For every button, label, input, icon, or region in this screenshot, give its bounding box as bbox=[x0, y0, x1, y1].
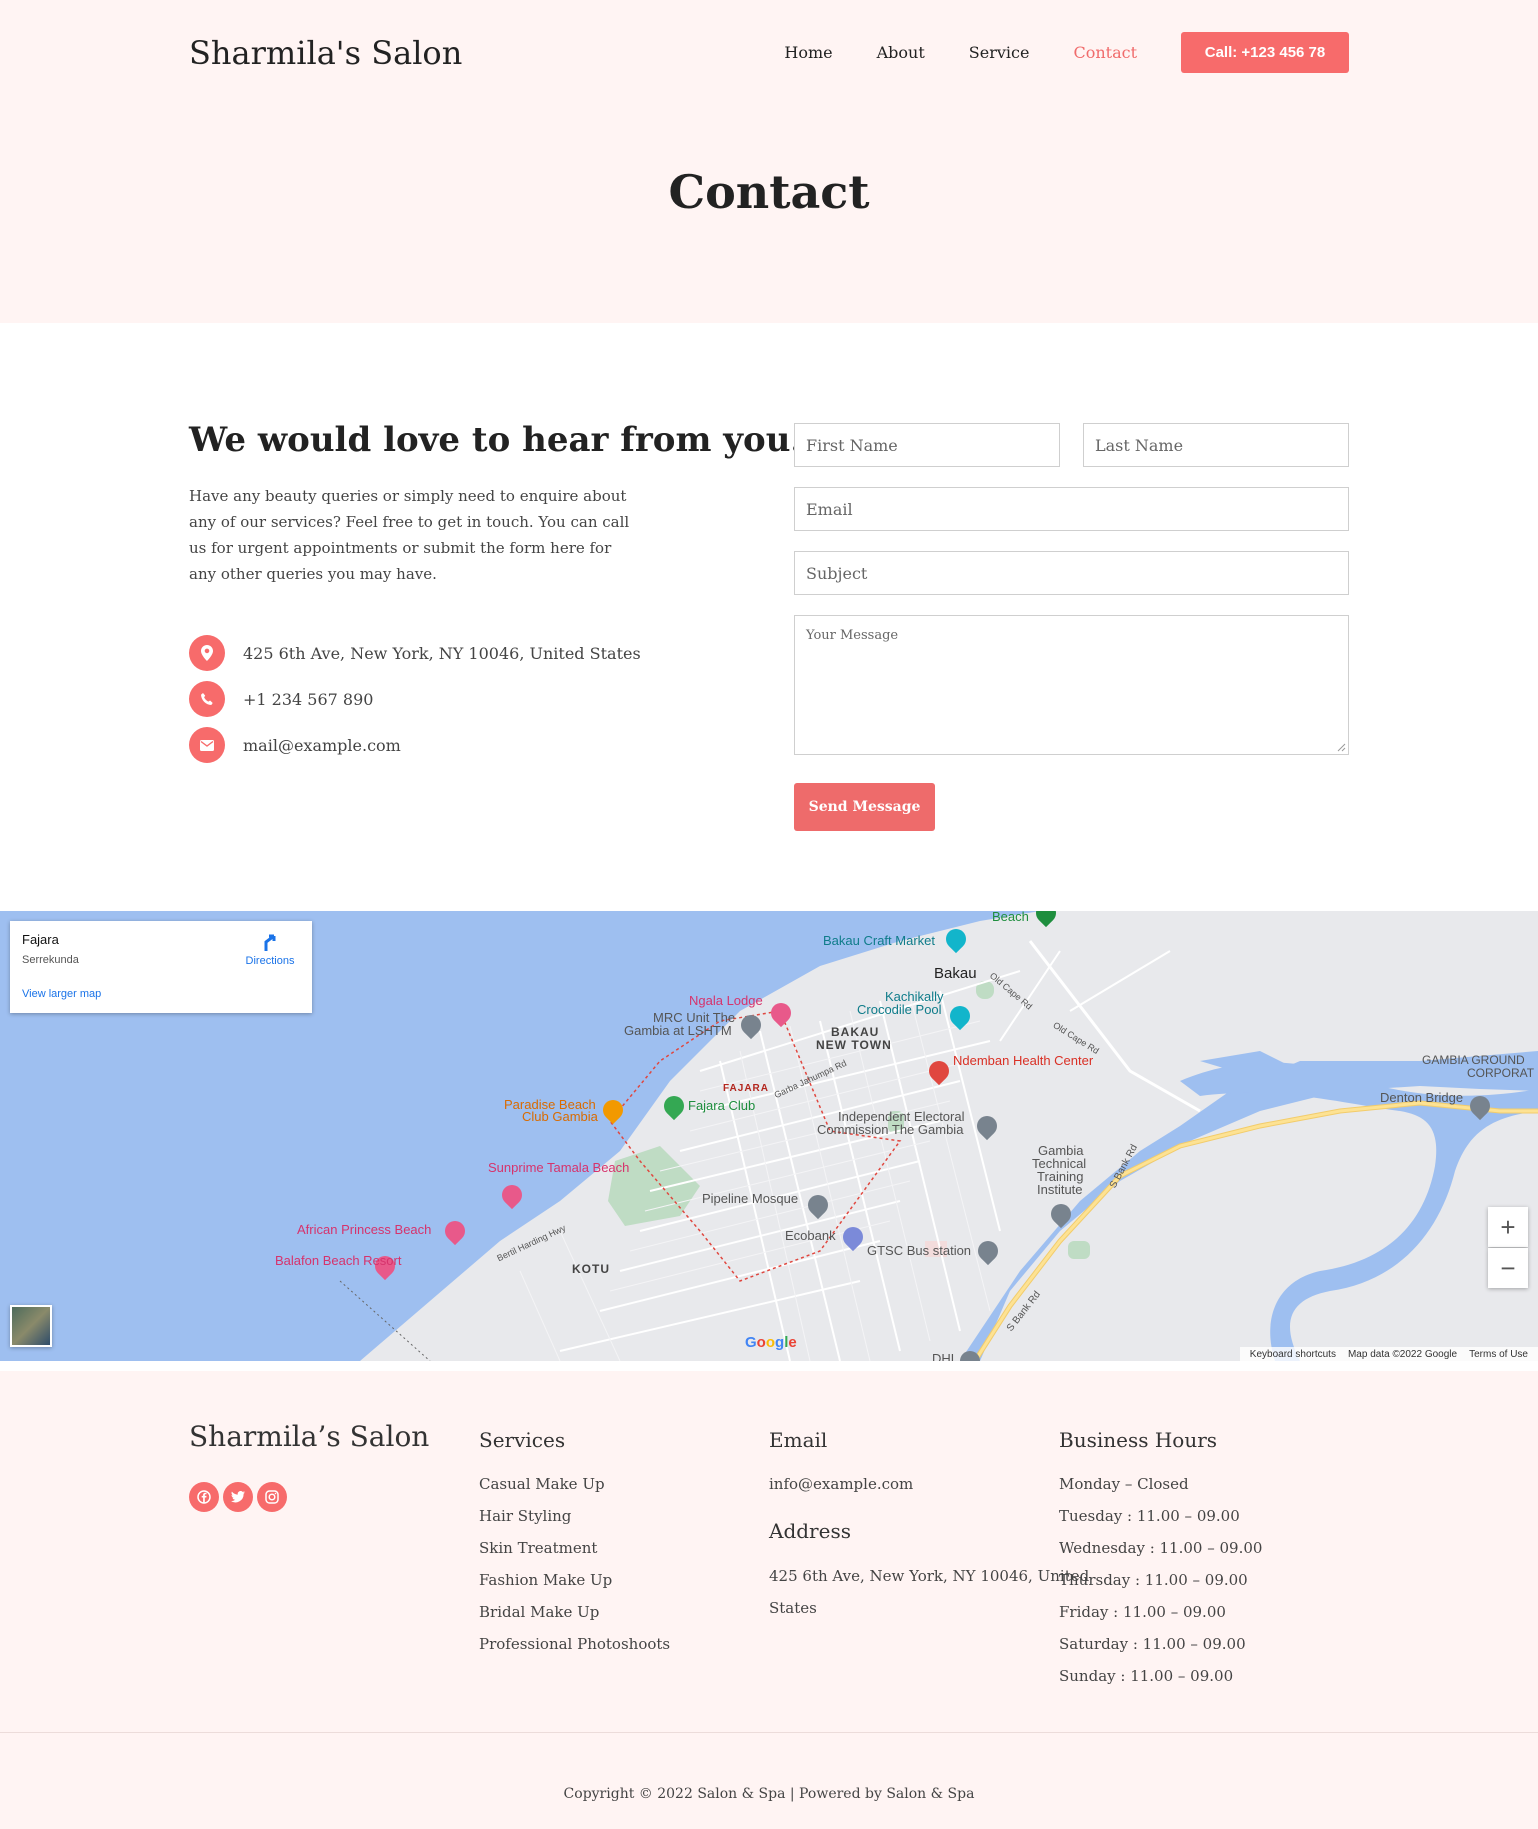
map-label: BAKAU bbox=[831, 1025, 880, 1039]
hours-row: Monday – Closed bbox=[1059, 1475, 1189, 1493]
map-data-text: Map data ©2022 Google bbox=[1347, 1348, 1458, 1360]
directions-icon bbox=[264, 934, 276, 951]
message-placeholder: Your Message bbox=[806, 628, 899, 643]
hours-row: Tuesday : 11.00 – 09.00 bbox=[1059, 1507, 1240, 1525]
map-place-card: Fajara Serrekunda View larger map Direct… bbox=[10, 921, 312, 1013]
address-heading: Address bbox=[769, 1519, 851, 1543]
satellite-toggle[interactable] bbox=[10, 1305, 52, 1347]
map-label[interactable]: DHL bbox=[932, 1351, 958, 1361]
keyboard-shortcuts-link[interactable]: Keyboard shortcuts bbox=[1250, 1349, 1336, 1360]
contact-intro: Have any beauty queries or simply need t… bbox=[189, 487, 630, 583]
email-heading: Email bbox=[769, 1428, 828, 1452]
email-text[interactable]: mail@example.com bbox=[243, 736, 401, 755]
map-embed[interactable]: Beach Bakau Craft Market Bakau Old Cape … bbox=[0, 911, 1538, 1361]
map-label[interactable]: Ecobank bbox=[785, 1228, 836, 1243]
subject-input[interactable]: Subject bbox=[794, 551, 1349, 595]
footer-divider bbox=[0, 1732, 1538, 1733]
place-title: Fajara bbox=[22, 932, 59, 947]
hours-heading: Business Hours bbox=[1059, 1428, 1218, 1452]
footer-address-line1: 425 6th Ave, New York, NY 10046, United bbox=[769, 1567, 1090, 1585]
map-label[interactable]: Fajara Club bbox=[688, 1098, 755, 1113]
nav-home[interactable]: Home bbox=[784, 43, 832, 62]
hero-section: Sharmila's Salon Home About Service Cont… bbox=[0, 0, 1538, 323]
map-label[interactable]: Beach bbox=[992, 911, 1029, 924]
footer-logo[interactable]: Sharmila’s Salon bbox=[189, 1420, 429, 1453]
view-larger-map-link[interactable]: View larger map bbox=[22, 988, 101, 1000]
map-label[interactable]: Commission The Gambia bbox=[817, 1122, 963, 1137]
first-name-input[interactable]: First Name bbox=[794, 423, 1060, 467]
phone-icon bbox=[189, 681, 225, 717]
nav-about[interactable]: About bbox=[877, 43, 925, 62]
mail-icon bbox=[189, 727, 225, 763]
nav-service[interactable]: Service bbox=[969, 43, 1030, 62]
message-textarea[interactable]: Your Message bbox=[794, 615, 1349, 755]
terms-link[interactable]: Terms of Use bbox=[1469, 1349, 1528, 1360]
map-label: FAJARA bbox=[723, 1083, 770, 1094]
services-heading: Services bbox=[479, 1428, 566, 1452]
map-label[interactable]: Gambia at LSHTM bbox=[624, 1023, 732, 1038]
page-title: Contact bbox=[668, 165, 870, 219]
service-link[interactable]: Bridal Make Up bbox=[479, 1603, 599, 1621]
service-link[interactable]: Skin Treatment bbox=[479, 1539, 597, 1557]
zoom-in-button[interactable]: + bbox=[1488, 1207, 1528, 1247]
zoom-out-button[interactable]: − bbox=[1488, 1248, 1528, 1288]
instagram-icon[interactable] bbox=[257, 1482, 287, 1512]
map-label[interactable]: Bakau Craft Market bbox=[823, 933, 935, 948]
hours-row: Sunday : 11.00 – 09.00 bbox=[1059, 1667, 1234, 1685]
map-label[interactable]: Crocodile Pool bbox=[857, 1002, 942, 1017]
map-label[interactable]: Club Gambia bbox=[522, 1109, 598, 1124]
google-logo: Google bbox=[745, 1334, 797, 1351]
map-label[interactable]: Pipeline Mosque bbox=[702, 1191, 798, 1206]
send-message-button[interactable]: Send Message bbox=[794, 783, 935, 831]
hours-row: Saturday : 11.00 – 09.00 bbox=[1059, 1635, 1246, 1653]
hours-row: Wednesday : 11.00 – 09.00 bbox=[1059, 1539, 1263, 1557]
map-attribution: Keyboard shortcuts Map data ©2022 Google… bbox=[1239, 1347, 1538, 1361]
map-label[interactable]: African Princess Beach bbox=[297, 1222, 431, 1237]
contact-section: We would love to hear from you. Have any… bbox=[0, 323, 1538, 911]
map-label[interactable]: Balafon Beach Resort bbox=[275, 1253, 401, 1268]
map-label[interactable]: Institute bbox=[1037, 1182, 1083, 1197]
location-pin-icon bbox=[189, 635, 225, 671]
email-input[interactable]: Email bbox=[794, 487, 1349, 531]
resize-handle-icon[interactable] bbox=[1337, 743, 1346, 752]
top-bar: Sharmila's Salon Home About Service Cont… bbox=[189, 32, 1349, 73]
site-logo[interactable]: Sharmila's Salon bbox=[189, 34, 462, 72]
map-label[interactable]: GTSC Bus station bbox=[867, 1243, 971, 1258]
phone-text[interactable]: +1 234 567 890 bbox=[243, 690, 373, 709]
nav-contact[interactable]: Contact bbox=[1073, 43, 1137, 62]
twitter-icon[interactable] bbox=[223, 1482, 253, 1512]
map-label: Bakau bbox=[934, 965, 977, 982]
footer: Sharmila’s Salon Services Casual Make Up… bbox=[0, 1371, 1538, 1829]
phone-row: +1 234 567 890 bbox=[189, 681, 373, 717]
directions-button[interactable]: Directions bbox=[238, 932, 302, 967]
address-row: 425 6th Ave, New York, NY 10046, United … bbox=[189, 635, 641, 671]
call-button[interactable]: Call: +123 456 78 bbox=[1181, 32, 1349, 73]
footer-email[interactable]: info@example.com bbox=[769, 1475, 913, 1493]
service-link[interactable]: Professional Photoshoots bbox=[479, 1635, 670, 1653]
map-label: NEW TOWN bbox=[816, 1038, 892, 1052]
map-label[interactable]: Ngala Lodge bbox=[689, 993, 763, 1008]
hours-row: Friday : 11.00 – 09.00 bbox=[1059, 1603, 1226, 1621]
footer-address-line2: States bbox=[769, 1599, 817, 1617]
map-label[interactable]: Sunprime Tamala Beach bbox=[488, 1160, 629, 1175]
map-label[interactable]: GAMBIA GROUND bbox=[1422, 1053, 1525, 1067]
address-text: 425 6th Ave, New York, NY 10046, United … bbox=[243, 643, 641, 663]
map-label[interactable]: CORPORAT bbox=[1467, 1066, 1534, 1080]
main-nav: Home About Service Contact Call: +123 45… bbox=[784, 32, 1349, 73]
copyright-text: Copyright © 2022 Salon & Spa | Powered b… bbox=[563, 1786, 975, 1802]
service-link[interactable]: Casual Make Up bbox=[479, 1475, 605, 1493]
directions-label: Directions bbox=[245, 955, 295, 967]
service-link[interactable]: Hair Styling bbox=[479, 1507, 571, 1525]
contact-heading: We would love to hear from you. bbox=[189, 420, 803, 460]
place-subtitle: Serrekunda bbox=[22, 954, 79, 966]
facebook-icon[interactable] bbox=[189, 1482, 219, 1512]
map-label[interactable]: Denton Bridge bbox=[1380, 1090, 1463, 1105]
map-label[interactable]: Ndemban Health Center bbox=[953, 1053, 1093, 1068]
map-label: KOTU bbox=[572, 1262, 610, 1276]
service-link[interactable]: Fashion Make Up bbox=[479, 1571, 612, 1589]
hours-row: Thursday : 11.00 – 09.00 bbox=[1059, 1571, 1248, 1589]
last-name-input[interactable]: Last Name bbox=[1083, 423, 1349, 467]
email-row: mail@example.com bbox=[189, 727, 401, 763]
